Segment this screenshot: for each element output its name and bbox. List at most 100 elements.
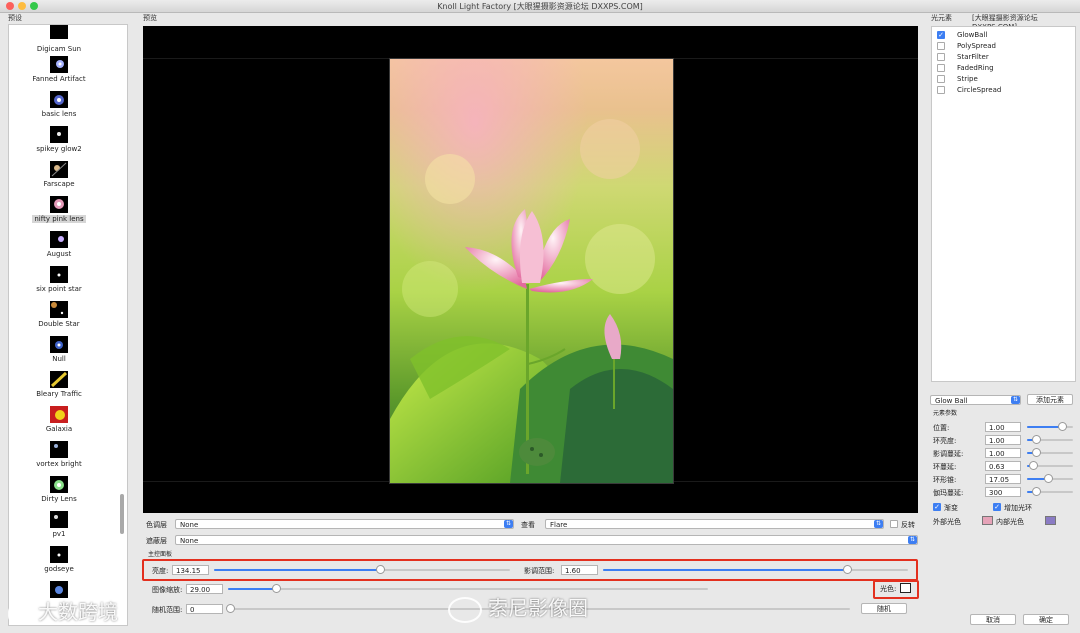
lotus-photo: [390, 59, 673, 483]
preset-item[interactable]: Fanned Artifact: [9, 56, 109, 83]
weibo-icon: [448, 596, 482, 623]
image-scale-field[interactable]: 29.00: [186, 584, 223, 594]
param-slider-knob[interactable]: [1043, 474, 1053, 483]
chevron-updown-icon: ⇅: [874, 520, 883, 528]
presets-scrollbar[interactable]: [119, 24, 125, 624]
element-checkbox[interactable]: [937, 42, 945, 50]
param-label: 环亮度:: [933, 437, 957, 445]
preset-label: six point star: [36, 285, 82, 293]
cancel-button[interactable]: 取消: [970, 614, 1016, 625]
preset-item[interactable]: spikey glow2: [9, 126, 109, 153]
gradient-checkbox[interactable]: ✓: [933, 503, 941, 511]
image-scale-slider[interactable]: [228, 584, 708, 593]
element-checkbox[interactable]: [937, 86, 945, 94]
param-label: 环蔓延:: [933, 463, 957, 471]
color-layer-label: 色调层: [146, 521, 167, 529]
shading-range-slider-fill: [603, 569, 847, 571]
image-scale-label: 图像缩放:: [152, 586, 183, 594]
watermark-left: 大数跨境: [8, 596, 118, 625]
param-field[interactable]: 17.05: [985, 474, 1021, 484]
presets-label: 预设: [8, 14, 22, 22]
invert-checkbox[interactable]: [890, 520, 898, 528]
shading-range-slider-knob[interactable]: [843, 565, 852, 574]
brightness-slider[interactable]: [214, 565, 510, 574]
param-slider-knob[interactable]: [1028, 461, 1038, 470]
params-label: 元素参数: [933, 410, 958, 417]
element-type-select[interactable]: Glow Ball ⇅: [930, 395, 1021, 405]
invert-label: 反转: [901, 521, 915, 529]
preset-label: Null: [52, 355, 66, 363]
shading-range-slider[interactable]: [603, 565, 908, 574]
preset-item[interactable]: vortex bright: [9, 441, 109, 468]
param-slider-knob[interactable]: [1057, 422, 1067, 431]
ok-button[interactable]: 确定: [1023, 614, 1069, 625]
param-field[interactable]: 300: [985, 487, 1021, 497]
preset-item[interactable]: Farscape: [9, 161, 109, 188]
preset-item[interactable]: August: [9, 231, 109, 258]
add-element-button[interactable]: 添加元素: [1027, 394, 1073, 405]
preset-item[interactable]: pv1: [9, 511, 109, 538]
param-slider[interactable]: [1027, 435, 1073, 444]
preset-item[interactable]: nifty pink lens: [9, 196, 109, 223]
preset-thumbnail: [50, 126, 68, 143]
param-field[interactable]: 1.00: [985, 422, 1021, 432]
param-slider[interactable]: [1027, 474, 1073, 483]
color-layer-select[interactable]: None ⇅: [175, 519, 514, 529]
watermark-center: 索尼影像圈: [448, 592, 588, 623]
param-field[interactable]: 0.63: [985, 461, 1021, 471]
preset-thumbnail: [50, 301, 68, 318]
light-color-swatch[interactable]: [900, 583, 911, 593]
preset-item[interactable]: Double Star: [9, 301, 109, 328]
preset-item[interactable]: Null: [9, 336, 109, 363]
shading-range-label: 影调范围:: [524, 567, 555, 575]
shading-range-field[interactable]: 1.60: [561, 565, 598, 575]
param-field[interactable]: 1.00: [985, 448, 1021, 458]
random-button[interactable]: 随机: [861, 603, 907, 614]
param-slider[interactable]: [1027, 448, 1073, 457]
param-slider[interactable]: [1027, 422, 1073, 431]
preset-item[interactable]: godseye: [9, 546, 109, 573]
param-slider[interactable]: [1027, 461, 1073, 470]
brightness-slider-knob[interactable]: [375, 565, 385, 574]
view-select[interactable]: Flare ⇅: [545, 519, 884, 529]
preset-item[interactable]: Digicam Sun: [9, 43, 109, 53]
preset-label: vortex bright: [36, 460, 82, 468]
param-slider-knob[interactable]: [1032, 435, 1042, 444]
mask-value: None: [180, 537, 199, 545]
view-label: 查看: [521, 521, 535, 529]
preset-label: Double Star: [38, 320, 80, 328]
elements-list[interactable]: ✓ GlowBall PolySpread StarFilter FadedRi…: [931, 26, 1076, 382]
presets-scrollbar-thumb[interactable]: [120, 494, 124, 534]
inner-color-swatch[interactable]: [1045, 516, 1056, 525]
param-field[interactable]: 1.00: [985, 435, 1021, 445]
element-checkbox[interactable]: [937, 53, 945, 61]
param-slider[interactable]: [1027, 487, 1073, 496]
random-range-field[interactable]: 0: [186, 604, 223, 614]
image-scale-slider-knob[interactable]: [272, 584, 281, 593]
elements-label: 光元素: [931, 14, 952, 22]
preset-label: Fanned Artifact: [32, 75, 86, 83]
add-ring-checkbox[interactable]: ✓: [993, 503, 1001, 511]
preset-thumbnail: [50, 441, 68, 458]
mask-select[interactable]: None ⇅: [175, 535, 918, 545]
preset-item[interactable]: Bleary Traffic: [9, 371, 109, 398]
preset-item[interactable]: basic lens: [9, 91, 109, 118]
random-range-slider-knob[interactable]: [226, 604, 235, 613]
param-slider-knob[interactable]: [1032, 487, 1042, 496]
preset-item[interactable]: Galaxia: [9, 406, 109, 433]
param-label: 环形锥:: [933, 476, 957, 484]
color-layer-value: None: [180, 521, 199, 529]
element-checkbox[interactable]: [937, 75, 945, 83]
preset-item[interactable]: [9, 25, 109, 39]
outer-color-swatch[interactable]: [982, 516, 993, 525]
brightness-field[interactable]: 134.15: [172, 565, 209, 575]
element-checkbox[interactable]: ✓: [937, 31, 945, 39]
preset-item[interactable]: Dirty Lens: [9, 476, 109, 503]
preset-item[interactable]: six point star: [9, 266, 109, 293]
preset-label: basic lens: [41, 110, 77, 118]
preset-thumbnail: [50, 371, 68, 388]
presets-list[interactable]: Digicam Sun Fanned Artifact basic lens s…: [8, 24, 128, 626]
gradient-label: 渐变: [944, 504, 958, 512]
element-checkbox[interactable]: [937, 64, 945, 72]
param-slider-knob[interactable]: [1032, 448, 1042, 457]
